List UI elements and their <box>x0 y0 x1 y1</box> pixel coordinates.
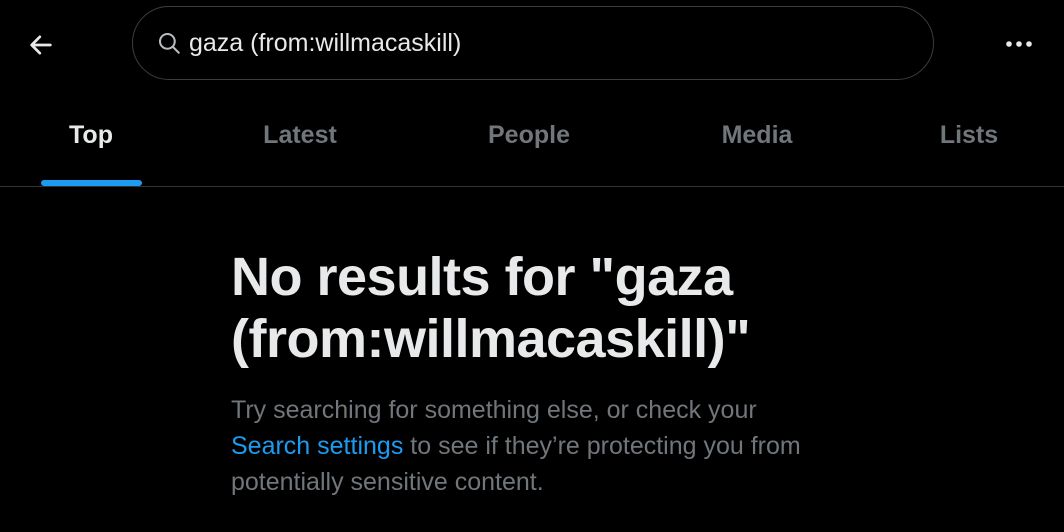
tab-top[interactable]: Top <box>0 92 182 186</box>
empty-state-title: No results for "gaza (from:willmacaskill… <box>231 247 751 369</box>
active-tab-indicator <box>41 180 142 186</box>
search-icon <box>155 29 183 57</box>
search-results-page: Top Latest People Media Lists No results… <box>0 0 1064 532</box>
tab-label: Lists <box>939 120 999 149</box>
search-input[interactable] <box>189 23 933 63</box>
search-tabs: Top Latest People Media Lists <box>0 92 1064 187</box>
tab-media[interactable]: Media <box>640 92 874 186</box>
tab-latest[interactable]: Latest <box>182 92 418 186</box>
tab-label: Media <box>721 120 793 149</box>
empty-state-message: Try searching for something else, or che… <box>231 392 831 500</box>
tab-label: Top <box>69 120 113 149</box>
tab-people[interactable]: People <box>418 92 640 186</box>
search-box[interactable] <box>132 6 934 80</box>
tab-lists[interactable]: Lists <box>874 92 1064 186</box>
more-horizontal-icon <box>1005 36 1035 54</box>
tab-label: Latest <box>263 120 337 149</box>
empty-state-text-before-link: Try searching for something else, or che… <box>231 396 757 424</box>
tab-label: People <box>488 120 570 149</box>
arrow-left-icon <box>27 31 55 59</box>
search-settings-link[interactable]: Search settings <box>231 432 403 460</box>
more-button[interactable] <box>996 22 1044 68</box>
empty-state: No results for "gaza (from:willmacaskill… <box>231 246 871 500</box>
back-button[interactable] <box>18 22 64 68</box>
